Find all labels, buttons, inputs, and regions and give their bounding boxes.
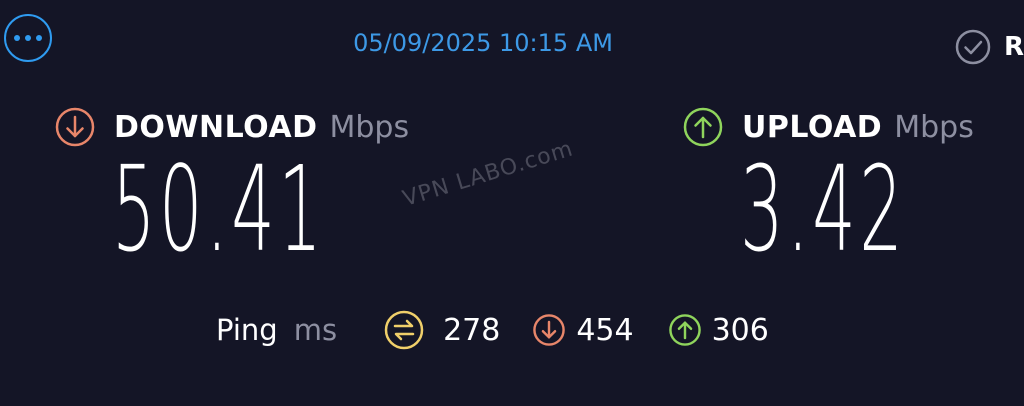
test-datetime: 05/09/2025 10:15 AM (353, 29, 613, 57)
ping-idle: 278 (383, 309, 500, 351)
ping-unit: ms (293, 313, 338, 347)
results-label: R (1004, 32, 1024, 62)
ping-row: Ping ms 278 454 306 (216, 306, 769, 354)
ping-download-value: 454 (576, 312, 634, 348)
more-options-button[interactable] (4, 14, 52, 62)
ping-upload: 306 (668, 313, 769, 348)
ping-upload-value: 306 (711, 312, 769, 348)
more-horizontal-icon (14, 35, 20, 41)
ping-idle-value: 278 (443, 312, 501, 348)
download-speed-value: 50.41 (112, 140, 326, 278)
arrow-down-circle-icon (55, 107, 95, 147)
ping-label: Ping (216, 313, 278, 347)
ping-download: 454 (532, 312, 634, 348)
jitter-icon (384, 310, 424, 350)
download-unit: Mbps (329, 109, 410, 145)
watermark: VPN LABO.com (400, 136, 577, 212)
check-circle-icon (955, 29, 991, 65)
results-button[interactable]: R (954, 28, 1024, 66)
arrow-up-circle-icon (683, 107, 723, 147)
arrow-up-circle-icon (668, 314, 701, 346)
arrow-down-circle-icon (533, 314, 566, 346)
upload-speed-value: 3.42 (740, 140, 907, 278)
